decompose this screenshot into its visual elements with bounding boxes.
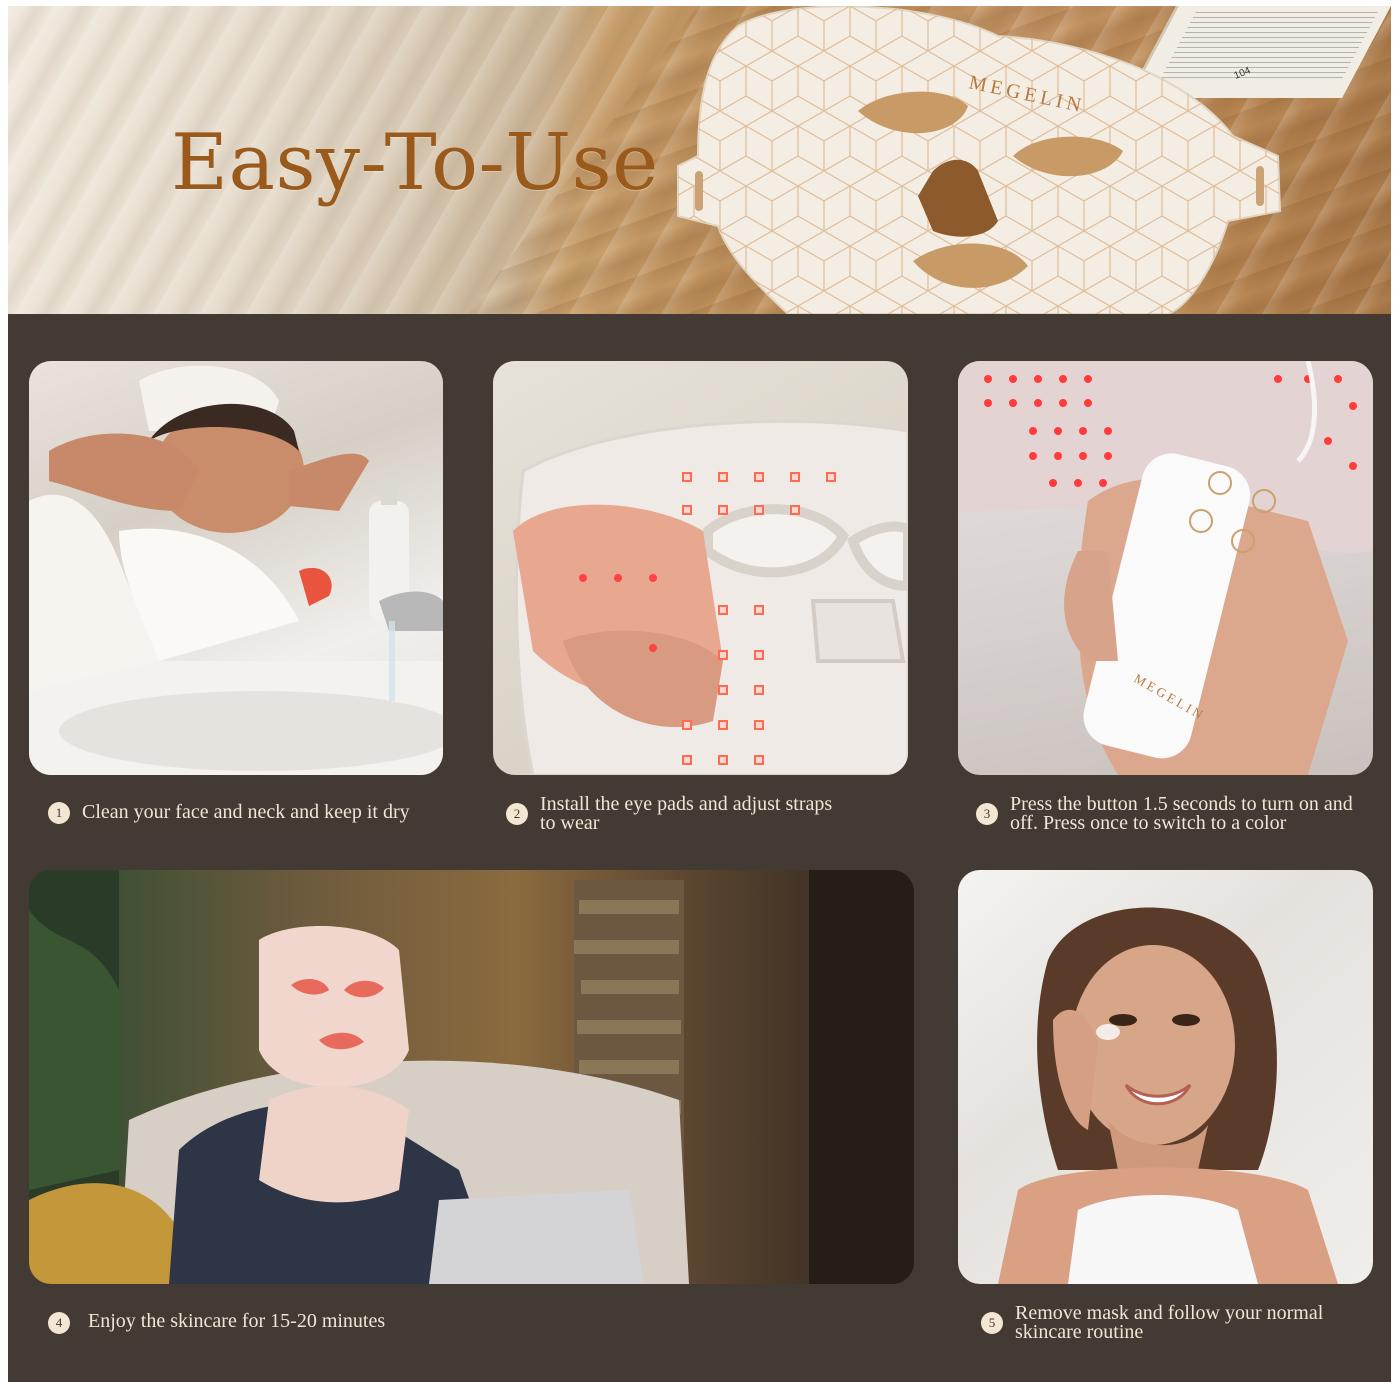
step-3-photo: MEGELIN: [958, 361, 1373, 775]
step-4-caption: 4 Enjoy the skincare for 15-20 minutes: [48, 1310, 468, 1334]
step-text: Clean your face and neck and keep it dry: [82, 801, 410, 823]
step-4-photo: [29, 870, 914, 1284]
step-number-badge: 4: [48, 1312, 70, 1334]
step-1-photo: [29, 361, 443, 775]
step-5-caption: 5 Remove mask and follow your normal ski…: [981, 1302, 1341, 1343]
wearing-mask-illustration: [29, 870, 914, 1284]
page-title: Easy-To-Use: [171, 118, 659, 208]
led-mask-image: MEGELIN: [677, 6, 1282, 314]
remote-control-illustration: MEGELIN: [958, 361, 1373, 775]
step-text: Install the eye pads and adjust straps t…: [540, 793, 833, 834]
step-2-caption: 2 Install the eye pads and adjust straps…: [506, 793, 836, 834]
step-1-caption: 1 Clean your face and neck and keep it d…: [48, 801, 468, 824]
installing-eye-pads-illustration: [513, 419, 908, 775]
step-number-badge: 3: [976, 803, 998, 825]
hero-banner: 104 MEGELIN Easy-To-Use: [8, 6, 1391, 314]
step-text: Remove mask and follow your normal skinc…: [1015, 1302, 1324, 1343]
smiling-woman-illustration: [998, 907, 1338, 1284]
step-text: Enjoy the skincare for 15-20 minutes: [88, 1310, 386, 1332]
step-2-photo: [493, 361, 908, 775]
washing-face-illustration: [29, 365, 443, 775]
step-text: Press the button 1.5 seconds to turn on …: [1010, 793, 1353, 834]
page-frame: 104 MEGELIN Easy-To-Use MEGELIN 1 Clean …: [8, 6, 1391, 1382]
step-5-photo: [958, 870, 1373, 1284]
step-number-badge: 5: [981, 1312, 1003, 1334]
step-number-badge: 2: [506, 803, 528, 825]
step-number-badge: 1: [48, 802, 70, 824]
step-3-caption: 3 Press the button 1.5 seconds to turn o…: [976, 793, 1371, 834]
